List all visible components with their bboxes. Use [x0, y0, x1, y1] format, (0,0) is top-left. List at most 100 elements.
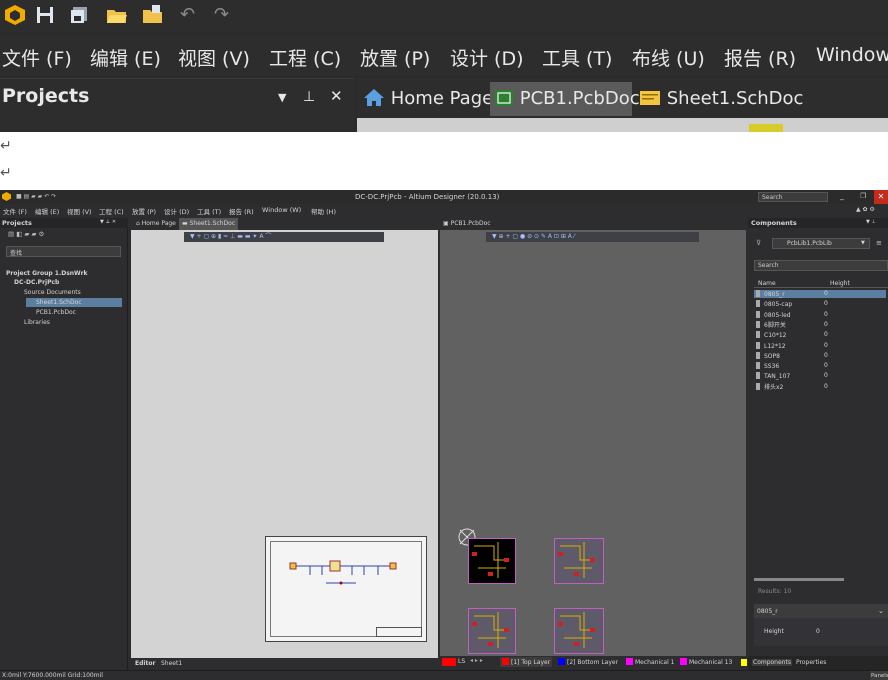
sch-tab-home[interactable]: ⌂ Home Page [133, 218, 179, 230]
zoomed-menu-bar: 文件 (F) 编辑 (E) 视图 (V) 工程 (C) 放置 (P) 设计 (D… [0, 36, 888, 76]
app-menu-reports[interactable]: 报告 (R) [229, 206, 254, 216]
components-header: Components ▼ ⊥ [748, 218, 888, 228]
footprint-icon [756, 320, 760, 328]
component-row[interactable]: C10*12 0 [754, 331, 886, 339]
tab-sheet1[interactable]: Sheet1.SchDoc [639, 82, 803, 116]
col-name[interactable]: Name [758, 280, 776, 287]
app-menu-design[interactable]: 设计 (D) [164, 206, 189, 216]
component-row[interactable]: TAN_107 0 [754, 372, 886, 380]
schematic-editor: ⌂ Home Page ▬ Sheet1.SchDoc ▼ + ▢ ⊕ ▮ ≈ … [131, 218, 438, 670]
layer-tab-bottom[interactable]: [2] Bottom Layer [558, 658, 618, 666]
close-panel-icon[interactable]: ✕ [330, 87, 343, 105]
open-folder-icon[interactable] [106, 6, 128, 24]
component-row[interactable]: 6脚开关 0 [754, 320, 886, 329]
app-menu-place[interactable]: 放置 (P) [132, 206, 156, 216]
pcb-active-toolbar[interactable]: ▼ ⊕ + ▢ ● ⊘ ⊙ ✎ A ⊡ ⊞ A ⁄ [486, 232, 699, 242]
dropdown-arrow-icon[interactable]: ▼ [278, 91, 286, 104]
tab-home-page[interactable]: Home Page [363, 82, 493, 116]
component-row[interactable]: SS36 0 [754, 362, 886, 370]
status-bar: X:0mil Y:7600.000mil Grid:100mil Panels [0, 670, 888, 680]
tree-pcb1[interactable]: PCB1.PcbDoc [36, 309, 76, 316]
filter-icon[interactable]: ⊽ [756, 239, 761, 247]
sch-bottom-tabbar: Editor Sheet1 [131, 658, 438, 670]
menu-file[interactable]: 文件 (F) [2, 44, 72, 71]
component-row[interactable]: SOP8 0 [754, 351, 886, 360]
tab-home-page-label: Home Page [390, 88, 494, 109]
menu-project[interactable]: 工程 (C) [269, 44, 341, 71]
app-menu-tools[interactable]: 工具 (T) [197, 206, 221, 216]
close-window-icon[interactable]: ✕ [874, 190, 888, 204]
save-icon[interactable] [36, 6, 54, 24]
component-name: 0805-led [764, 311, 791, 319]
components-layer-swatch[interactable] [741, 659, 747, 666]
app-menu-window[interactable]: Window (W) [262, 206, 301, 214]
ribbon-icons[interactable]: ▲ ✿ ⚙ [856, 206, 875, 213]
projects-header-controls[interactable]: ▼ ⊥ ✕ [100, 219, 116, 225]
panels-button[interactable]: Panels [870, 671, 888, 680]
component-row[interactable]: L12*12 0 [754, 341, 886, 350]
app-menu-view[interactable]: 视图 (V) [67, 206, 92, 216]
component-name: 0805_r [764, 291, 785, 298]
layer-tab-mech1[interactable]: Mechanical 1 [626, 658, 674, 666]
layer-scroll-arrows[interactable]: ◂ ▸ ▸ [470, 657, 483, 664]
sch-sheet1-tab[interactable]: Sheet1 [161, 660, 182, 667]
components-search[interactable]: Search [754, 260, 888, 271]
global-search[interactable]: Search [758, 192, 828, 202]
app-menu-edit[interactable]: 编辑 (E) [35, 206, 59, 216]
current-layer-swatch[interactable] [442, 658, 456, 666]
tree-sheet1[interactable]: Sheet1.SchDoc [36, 299, 82, 306]
zoomed-document-tabs: Home Page PCB1.PcbDoc Sheet1.SchDoc [357, 78, 888, 118]
tree-project[interactable]: DC-DC.PrjPcb [14, 279, 59, 286]
library-menu-icon[interactable]: ≡ [876, 239, 882, 247]
save-all-icon[interactable] [70, 6, 88, 24]
sch-active-toolbar[interactable]: ▼ + ▢ ⊕ ▮ ≈ ⊥ ▬ ▬ ✦ A ⌒ [184, 232, 384, 242]
pcb-tab[interactable]: ▣ PCB1.PcbDoc [440, 218, 494, 230]
projects-toolbar-icons[interactable]: ▤ ◧ ▰ ▰ ⚙ [8, 230, 44, 238]
bottom-tab-properties[interactable]: Properties [796, 659, 826, 666]
layer-tab-mech13[interactable]: Mechanical 13 [680, 658, 732, 666]
components-header-controls[interactable]: ▼ ⊥ [866, 219, 876, 225]
sch-tab-sheet1[interactable]: ▬ Sheet1.SchDoc [179, 218, 239, 230]
layer-set-ls[interactable]: LS [458, 658, 465, 665]
app-menu-project[interactable]: 工程 (C) [99, 206, 124, 216]
menu-view[interactable]: 视图 (V) [178, 44, 250, 71]
sch-tab-home-label: Home Page [141, 220, 176, 227]
selected-component-bar[interactable]: 0805_r ⌄ [754, 604, 888, 618]
redo-icon[interactable]: ↷ [214, 4, 229, 25]
app-menu-help[interactable]: 帮助 (H) [311, 206, 336, 216]
col-height[interactable]: Height [830, 280, 850, 287]
component-name: 排头x2 [764, 383, 784, 391]
bottom-tab-components[interactable]: Components [752, 659, 792, 666]
return-mark-1: ↵ [0, 138, 12, 154]
tab-pcb1[interactable]: PCB1.PcbDoc [490, 82, 640, 116]
component-row[interactable]: 0805-cap 0 [754, 300, 886, 308]
component-name: 0805-cap [764, 301, 793, 309]
menu-window[interactable]: Window [816, 44, 888, 66]
collapse-icon[interactable]: ⌄ [878, 607, 884, 615]
projects-search[interactable]: 查找 [6, 246, 121, 257]
minimize-icon[interactable]: _ [840, 191, 844, 200]
menu-place[interactable]: 放置 (P) [360, 44, 430, 71]
tree-workspace[interactable]: Project Group 1.DsnWrk [6, 270, 88, 277]
tree-libraries[interactable]: Libraries [24, 319, 50, 326]
menu-edit[interactable]: 编辑 (E) [90, 44, 161, 71]
sch-editor-tab[interactable]: Editor [135, 660, 155, 667]
open-project-icon[interactable] [142, 4, 164, 24]
pcb-tab-label: PCB1.PcbDoc [450, 220, 491, 227]
components-scrollbar[interactable] [754, 578, 844, 581]
menu-tools[interactable]: 工具 (T) [542, 44, 612, 71]
tree-source-docs[interactable]: Source Documents [24, 289, 81, 296]
component-row[interactable]: 0805-led 0 [754, 310, 886, 319]
menu-route[interactable]: 布线 (U) [632, 44, 705, 71]
restore-icon[interactable]: ❐ [860, 192, 866, 200]
menu-design[interactable]: 设计 (D) [450, 44, 524, 71]
undo-icon[interactable]: ↶ [180, 4, 195, 25]
pin-icon[interactable]: ⊥ [303, 89, 315, 105]
layer-tab-top[interactable]: [1] Top Layer [500, 657, 553, 667]
menu-reports[interactable]: 报告 (R) [724, 44, 796, 71]
component-row[interactable]: 0805_r 0 [754, 290, 886, 298]
app-menu-file[interactable]: 文件 (F) [3, 206, 27, 216]
library-select[interactable]: PcbLib1.PcbLib ▼ [772, 238, 870, 249]
component-row[interactable]: 排头x2 0 [754, 382, 886, 391]
sch-tab-sheet1-label: Sheet1.SchDoc [189, 220, 236, 227]
